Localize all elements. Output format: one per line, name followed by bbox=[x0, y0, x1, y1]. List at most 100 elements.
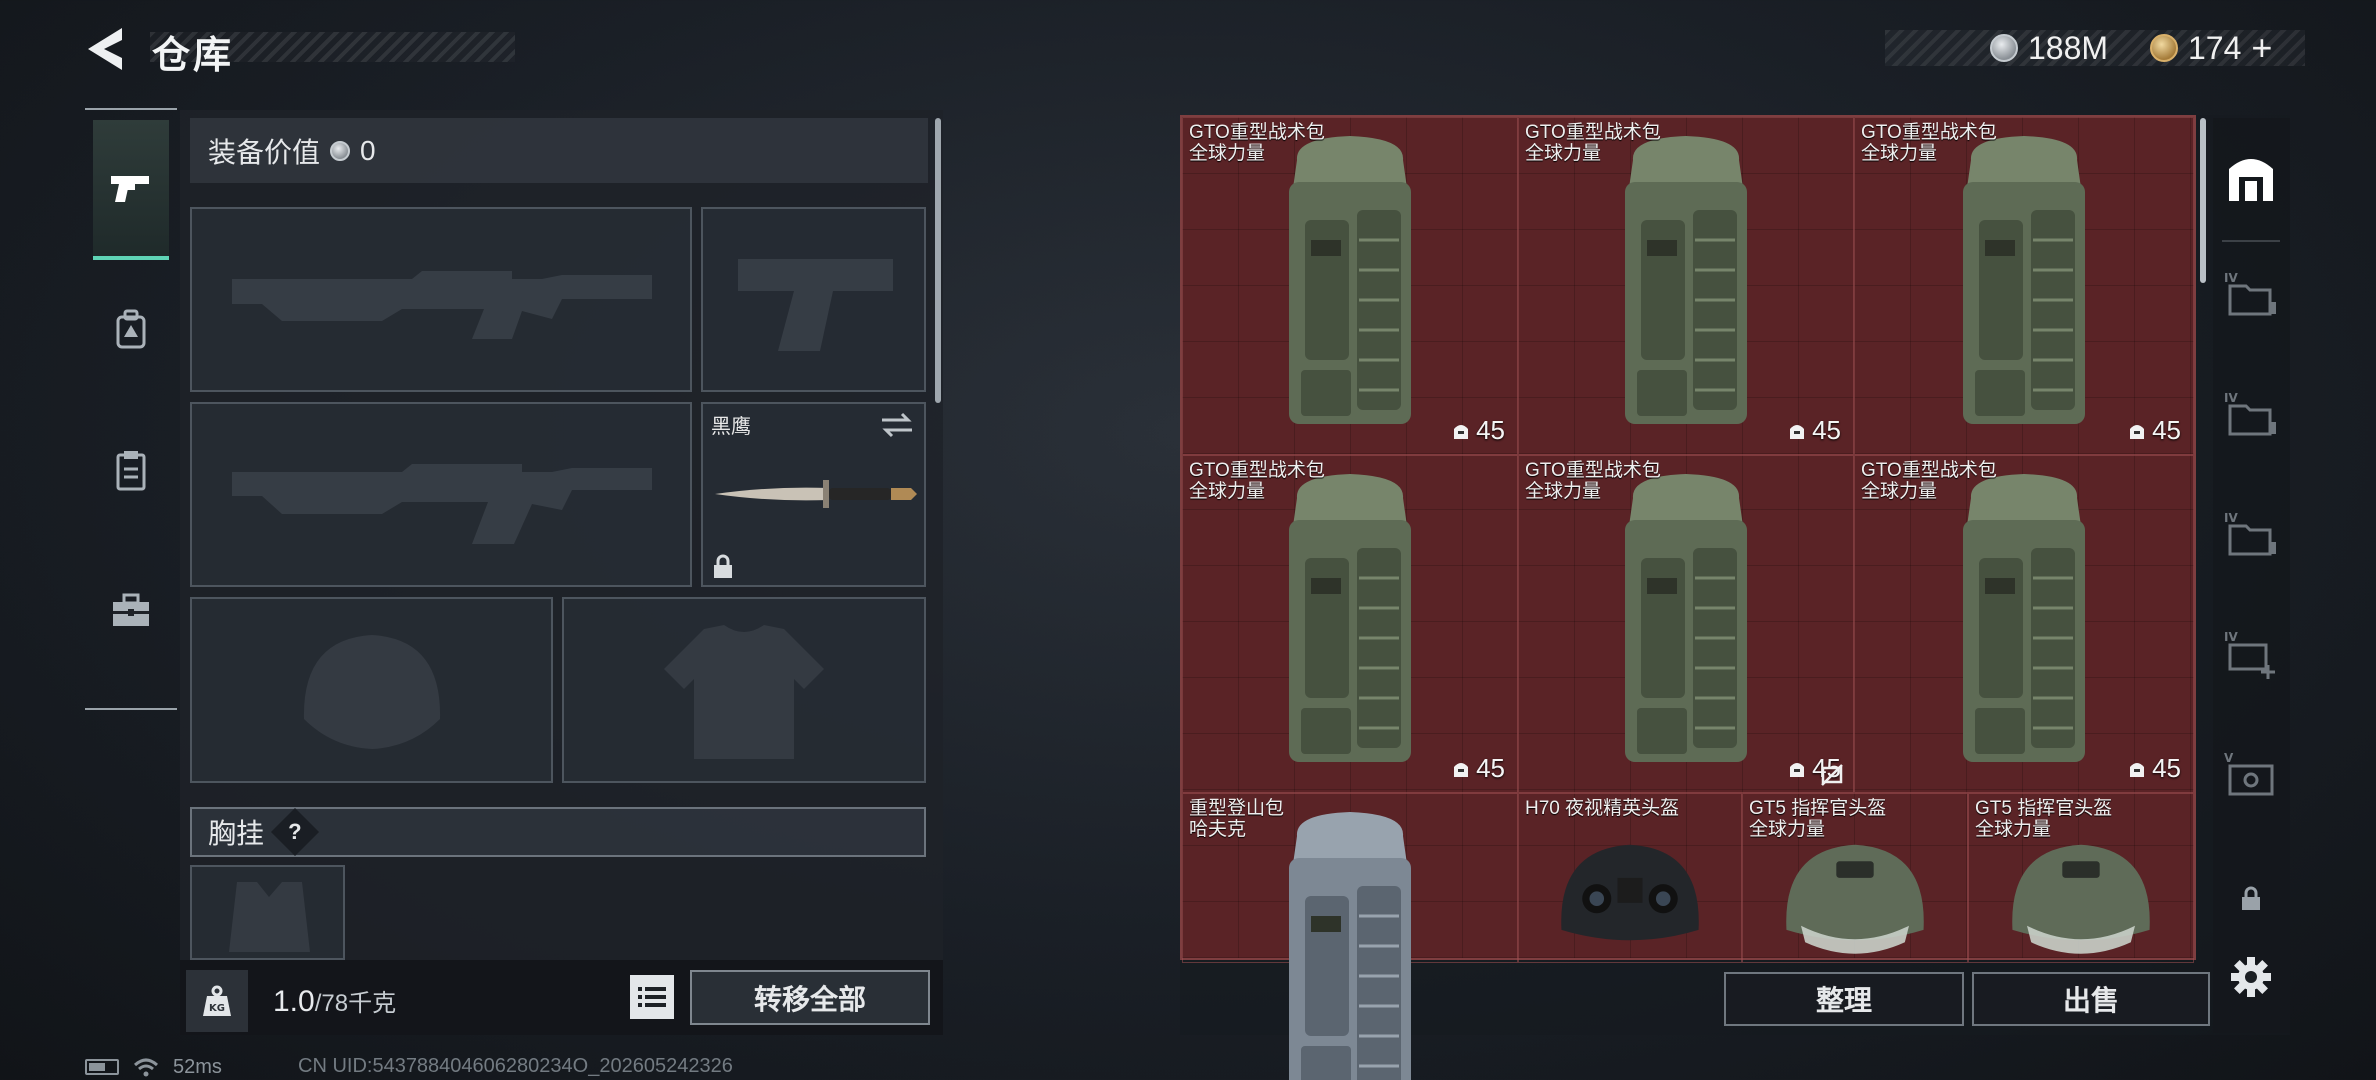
tab-storage-3[interactable]: IV bbox=[2222, 505, 2280, 563]
equipment-value-label: 装备价值 bbox=[208, 136, 321, 168]
pistol-icon bbox=[111, 176, 149, 202]
storage-item-name: GTO重型战术包 全球力量 bbox=[1189, 460, 1325, 502]
melee-slot[interactable]: 黑鹰 bbox=[701, 402, 926, 587]
helmet-slot[interactable] bbox=[190, 597, 553, 783]
sidearm-slot[interactable] bbox=[701, 207, 926, 392]
storage-v-icon: V bbox=[2224, 751, 2274, 796]
storage-scrollbar[interactable] bbox=[2200, 118, 2206, 283]
tab-locked[interactable] bbox=[2222, 870, 2280, 928]
storage-item[interactable]: GT5 指挥官头盔 全球力量 bbox=[1968, 793, 2194, 963]
primary-weapon-slot-1[interactable] bbox=[190, 207, 692, 392]
battery-icon bbox=[85, 1059, 119, 1075]
tab-main-storage[interactable] bbox=[2222, 150, 2280, 208]
folder-iv-icon: IV bbox=[2224, 271, 2276, 316]
backpack-item-icon bbox=[1289, 136, 1411, 424]
storage-item[interactable]: GTO重型战术包 全球力量 45 bbox=[1854, 117, 2194, 455]
equipment-category-tabs bbox=[85, 108, 177, 713]
sell-button[interactable]: 出售 bbox=[1972, 972, 2210, 1026]
helmet-item-icon bbox=[2012, 844, 2150, 954]
durability-value: 45 bbox=[1476, 415, 1505, 445]
svg-text:KG: KG bbox=[209, 1003, 225, 1014]
tab-vest[interactable] bbox=[93, 400, 169, 540]
gold-currency[interactable]: 174 + bbox=[2150, 27, 2272, 69]
storage-item-name: GTO重型战术包 全球力量 bbox=[1525, 122, 1661, 164]
back-arrow-icon bbox=[88, 28, 122, 70]
tab-add-storage[interactable]: IV bbox=[2222, 625, 2280, 683]
list-view-button[interactable] bbox=[630, 975, 674, 1019]
ping-value: 52ms bbox=[173, 1055, 222, 1078]
status-bar: 52ms bbox=[85, 1055, 222, 1079]
storage-item[interactable]: GTO重型战术包 全球力量 45 bbox=[1182, 117, 1518, 455]
silver-coin-icon bbox=[330, 140, 351, 161]
backpack-icon bbox=[116, 309, 146, 349]
settings-button[interactable] bbox=[2222, 948, 2280, 1006]
tab-storage-v[interactable]: V bbox=[2222, 745, 2280, 803]
armor-silhouette-icon bbox=[664, 625, 824, 759]
tab-weapons[interactable] bbox=[93, 120, 169, 260]
storage-item[interactable]: GTO重型战术包 全球力量 45 bbox=[1854, 455, 2194, 793]
toolbox-icon bbox=[113, 593, 149, 626]
weight-value: 1.0/78千克 bbox=[273, 983, 396, 1019]
help-icon[interactable]: ? bbox=[270, 807, 320, 857]
swap-icon[interactable] bbox=[880, 412, 914, 438]
primary-weapon-slot-2[interactable] bbox=[190, 402, 692, 587]
armor-slot[interactable] bbox=[562, 597, 926, 783]
tab-backpack[interactable] bbox=[93, 260, 169, 400]
weight-capacity: /78千克 bbox=[314, 990, 397, 1017]
lock-icon bbox=[2242, 886, 2260, 910]
tab-storage-1[interactable]: IV bbox=[2222, 265, 2280, 323]
transfer-all-button[interactable]: 转移全部 bbox=[690, 970, 930, 1025]
silver-coin-icon bbox=[1990, 34, 2018, 62]
gold-amount: 174 bbox=[2188, 29, 2242, 66]
tab-storage-2[interactable]: IV bbox=[2222, 385, 2280, 443]
backpack-item-icon bbox=[1963, 136, 2085, 424]
gold-coin-icon bbox=[2150, 34, 2178, 62]
pistol-silhouette-icon bbox=[738, 259, 893, 351]
helmet-silhouette-icon bbox=[303, 635, 441, 749]
tabs-top-divider bbox=[85, 108, 177, 110]
storage-item-name: GTO重型战术包 全球力量 bbox=[1861, 460, 1997, 502]
storage-item-durability: 45 bbox=[1788, 415, 1841, 446]
durability-value: 45 bbox=[2152, 415, 2181, 445]
storage-item-name: GTO重型战术包 全球力量 bbox=[1189, 122, 1325, 164]
storage-item[interactable]: GTO重型战术包 全球力量 45 bbox=[1518, 455, 1854, 793]
tab-toolbox[interactable] bbox=[93, 540, 169, 680]
tab-divider bbox=[2222, 240, 2280, 242]
durability-icon bbox=[1790, 424, 1805, 439]
storage-item[interactable]: GTO重型战术包 全球力量 45 bbox=[1518, 117, 1854, 455]
storage-item-name: GT5 指挥官头盔 全球力量 bbox=[1975, 798, 2113, 840]
equipment-scrollbar[interactable] bbox=[935, 118, 941, 403]
chest-rig-slot[interactable] bbox=[190, 865, 345, 960]
backpack-item-icon bbox=[1625, 136, 1747, 424]
backpack-item-icon bbox=[1289, 474, 1411, 762]
storage-item-name: GTO重型战术包 全球力量 bbox=[1525, 460, 1661, 502]
untradeable-icon bbox=[1820, 763, 1844, 787]
chest-rig-silhouette-icon bbox=[229, 882, 310, 952]
weight-current: 1.0 bbox=[273, 985, 315, 1018]
equipment-value-amount: 0 bbox=[360, 134, 376, 166]
list-icon bbox=[638, 987, 666, 1007]
storage-item-name: 重型登山包 哈夫克 bbox=[1189, 798, 1285, 840]
back-button[interactable] bbox=[82, 24, 128, 74]
svg-text:IV: IV bbox=[2224, 271, 2238, 285]
lock-icon bbox=[714, 554, 732, 578]
backpack-item-icon bbox=[1963, 474, 2085, 762]
durability-icon bbox=[2130, 762, 2145, 777]
durability-icon bbox=[1790, 762, 1805, 777]
uid-text: CN UID:543788404606280234O_202605242326 bbox=[298, 1055, 733, 1077]
svg-text:V: V bbox=[2224, 751, 2234, 765]
backpack-item-icon bbox=[1625, 474, 1747, 762]
chest-rig-label: 胸挂 bbox=[208, 818, 265, 849]
storage-item[interactable]: 重型登山包 哈夫克 bbox=[1182, 793, 1518, 1080]
durability-value: 45 bbox=[2152, 753, 2181, 783]
storage-item[interactable]: GT5 指挥官头盔 全球力量 bbox=[1742, 793, 1968, 963]
storage-item[interactable]: H70 夜视精英头盔 bbox=[1518, 793, 1742, 963]
weight-icon: KG bbox=[186, 970, 248, 1032]
durability-value: 45 bbox=[1812, 415, 1841, 445]
storage-item[interactable]: GTO重型战术包 全球力量 45 bbox=[1182, 455, 1518, 793]
durability-icon bbox=[1454, 424, 1469, 439]
gold-add-button[interactable]: + bbox=[2251, 27, 2272, 69]
sort-button[interactable]: 整理 bbox=[1724, 972, 1964, 1026]
svg-text:IV: IV bbox=[2224, 630, 2238, 644]
durability-value: 45 bbox=[1476, 753, 1505, 783]
